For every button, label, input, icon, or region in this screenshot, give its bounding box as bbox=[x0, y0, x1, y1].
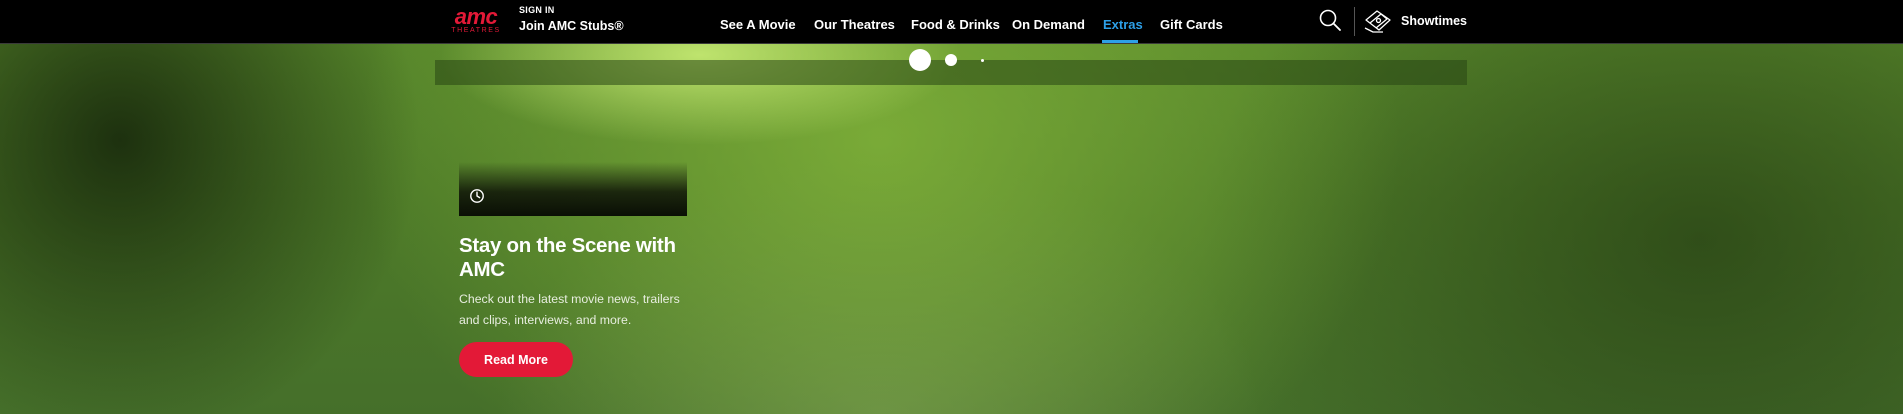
showtimes-link[interactable]: Showtimes bbox=[1363, 8, 1467, 34]
header-divider bbox=[1354, 7, 1355, 36]
showtimes-label: Showtimes bbox=[1401, 14, 1467, 28]
nav-item-gift-cards[interactable]: Gift Cards bbox=[1160, 17, 1223, 32]
carousel-dot-2[interactable] bbox=[945, 54, 957, 66]
join-stubs-label: Join AMC Stubs® bbox=[519, 19, 624, 33]
nav-item-our-theatres[interactable]: Our Theatres bbox=[814, 17, 895, 32]
clock-icon bbox=[470, 189, 484, 203]
top-navbar: amc THEATRES SIGN IN Join AMC Stubs® See… bbox=[0, 0, 1903, 44]
nav-item-extras[interactable]: Extras bbox=[1103, 17, 1143, 32]
logo-subtitle: THEATRES bbox=[451, 27, 501, 34]
nav-item-see-a-movie[interactable]: See A Movie bbox=[720, 17, 796, 32]
active-nav-indicator bbox=[1102, 40, 1138, 43]
nav-item-food-drinks[interactable]: Food & Drinks bbox=[911, 17, 1000, 32]
feature-description: Check out the latest movie news, trailer… bbox=[459, 292, 680, 327]
account-link[interactable]: SIGN IN Join AMC Stubs® bbox=[519, 5, 624, 33]
search-icon bbox=[1319, 9, 1341, 31]
logo-mark: amc bbox=[454, 4, 498, 29]
carousel-dot-1[interactable] bbox=[909, 49, 931, 71]
sign-in-label: SIGN IN bbox=[519, 5, 555, 15]
ticket-icon bbox=[1364, 10, 1391, 33]
carousel-dot-3[interactable] bbox=[981, 59, 984, 62]
amc-logo[interactable]: amc THEATRES bbox=[446, 4, 506, 35]
extras-page: amc THEATRES SIGN IN Join AMC Stubs® See… bbox=[0, 0, 1903, 414]
read-more-button[interactable]: Read More bbox=[459, 342, 573, 377]
nav-item-on-demand[interactable]: On Demand bbox=[1012, 17, 1085, 32]
feature-thumbnail[interactable] bbox=[459, 162, 687, 216]
feature-title: Stay on the Scene with AMC bbox=[459, 234, 676, 281]
search-button[interactable] bbox=[1318, 8, 1342, 32]
carousel-indicators bbox=[905, 49, 985, 71]
